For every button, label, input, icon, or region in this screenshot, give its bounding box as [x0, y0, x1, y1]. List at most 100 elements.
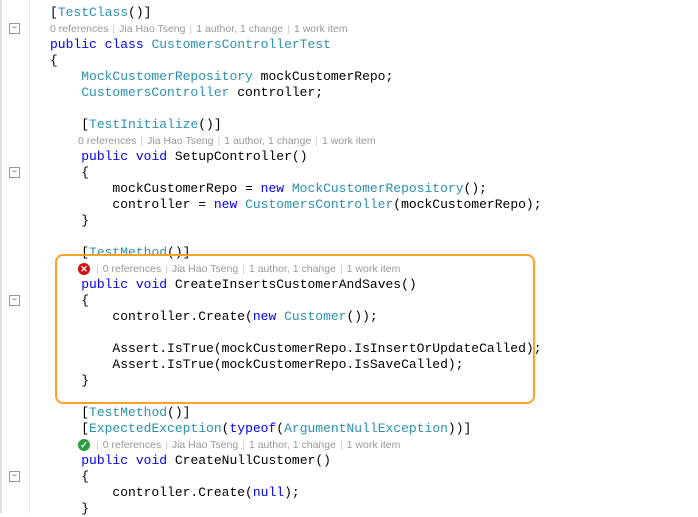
codelens-workitem[interactable]: 1 work item	[347, 261, 401, 277]
codelens-sep: |	[217, 133, 220, 149]
codelens-sep: |	[340, 437, 343, 453]
punct: ]	[144, 5, 152, 20]
punct: ()	[128, 5, 144, 20]
codelens-sep: |	[242, 261, 245, 277]
codelens-changes[interactable]: 1 author, 1 change	[249, 437, 336, 453]
codelens-sep: |	[96, 261, 99, 277]
codelens-sep: |	[315, 133, 318, 149]
attribute: ExpectedException	[89, 421, 222, 436]
codelens-sep: |	[340, 261, 343, 277]
class-name: CustomersControllerTest	[151, 37, 330, 52]
codelens-sep: |	[96, 437, 99, 453]
brace: {	[81, 469, 89, 484]
codelens-author[interactable]: Jia Hao Tseng	[172, 437, 238, 453]
method-name: CreateNullCustomer	[175, 453, 315, 468]
keyword: new	[261, 181, 284, 196]
code-area[interactable]: [TestClass()] 0 references| Jia Hao Tsen…	[30, 0, 698, 513]
keyword: void	[136, 149, 167, 164]
codelens[interactable]: ✓ | 0 references| Jia Hao Tseng| 1 autho…	[50, 437, 698, 453]
keyword: typeof	[229, 421, 276, 436]
codelens-changes[interactable]: 1 author, 1 change	[224, 133, 311, 149]
keyword: new	[253, 309, 276, 324]
method-name: CreateInsertsCustomerAndSaves	[175, 277, 401, 292]
codelens-sep: |	[165, 437, 168, 453]
codelens-refs[interactable]: 0 references	[103, 437, 161, 453]
keyword: public	[50, 37, 97, 52]
brace: {	[81, 165, 89, 180]
punct: (	[276, 421, 284, 436]
fold-button[interactable]: −	[9, 295, 20, 306]
codelens-author[interactable]: Jia Hao Tseng	[172, 261, 238, 277]
fold-button[interactable]: −	[9, 471, 20, 482]
stmt: mockCustomerRepo =	[112, 181, 260, 196]
attribute: TestClass	[58, 5, 128, 20]
codelens-sep: |	[287, 21, 290, 37]
codelens-author[interactable]: Jia Hao Tseng	[147, 133, 213, 149]
punct: [	[50, 5, 58, 20]
codelens-workitem[interactable]: 1 work item	[347, 437, 401, 453]
punct: ]	[183, 245, 191, 260]
attribute: TestInitialize	[89, 117, 198, 132]
punct: ()	[167, 405, 183, 420]
stmt: Assert.IsTrue(mockCustomerRepo.IsSaveCal…	[112, 357, 463, 372]
keyword: public	[81, 277, 128, 292]
test-fail-icon: ✕	[78, 263, 90, 275]
type: CustomersController	[81, 85, 229, 100]
punct: ()	[292, 149, 308, 164]
fold-button[interactable]: −	[9, 167, 20, 178]
punct: (mockCustomerRepo);	[393, 197, 541, 212]
keyword: class	[105, 37, 144, 52]
type: MockCustomerRepository	[81, 69, 253, 84]
punct: [	[81, 421, 89, 436]
punct: ()	[315, 453, 331, 468]
codelens-refs[interactable]: 0 references	[103, 261, 161, 277]
codelens-sep: |	[112, 21, 115, 37]
codelens-sep: |	[140, 133, 143, 149]
punct: [	[81, 405, 89, 420]
codelens-refs[interactable]: 0 references	[78, 133, 136, 149]
codelens-changes[interactable]: 1 author, 1 change	[196, 21, 283, 37]
type: ArgumentNullException	[284, 421, 448, 436]
stmt: Assert.IsTrue(mockCustomerRepo.IsInsertO…	[112, 341, 541, 356]
brace: }	[81, 373, 89, 388]
punct: ()	[401, 277, 417, 292]
fold-button[interactable]: −	[9, 23, 20, 34]
gutter: − − − −	[0, 0, 30, 513]
punct: );	[284, 485, 300, 500]
punct: ()	[167, 245, 183, 260]
punct: ());	[347, 309, 378, 324]
keyword: null	[253, 485, 284, 500]
punct: ]	[183, 405, 191, 420]
punct: [	[81, 117, 89, 132]
keyword: void	[136, 277, 167, 292]
codelens-workitem[interactable]: 1 work item	[294, 21, 348, 37]
codelens-changes[interactable]: 1 author, 1 change	[249, 261, 336, 277]
keyword: new	[214, 197, 237, 212]
codelens-sep: |	[165, 261, 168, 277]
keyword: void	[136, 453, 167, 468]
codelens-author[interactable]: Jia Hao Tseng	[119, 21, 185, 37]
codelens-sep: |	[189, 21, 192, 37]
codelens-sep: |	[242, 437, 245, 453]
punct: [	[81, 245, 89, 260]
codelens[interactable]: 0 references| Jia Hao Tseng| 1 author, 1…	[50, 21, 698, 37]
punct: ))]	[448, 421, 471, 436]
type: MockCustomerRepository	[292, 181, 464, 196]
attribute: TestMethod	[89, 245, 167, 260]
punct: ();	[464, 181, 487, 196]
brace: }	[81, 213, 89, 228]
brace: }	[81, 501, 89, 516]
punct: ]	[214, 117, 222, 132]
codelens-refs[interactable]: 0 references	[50, 21, 108, 37]
code-editor: − − − − [TestClass()] 0 references| Jia …	[0, 0, 698, 513]
codelens-workitem[interactable]: 1 work item	[322, 133, 376, 149]
keyword: public	[81, 453, 128, 468]
field-decl: mockCustomerRepo;	[253, 69, 393, 84]
stmt: controller =	[112, 197, 213, 212]
test-pass-icon: ✓	[78, 439, 90, 451]
codelens[interactable]: ✕ | 0 references| Jia Hao Tseng| 1 autho…	[50, 261, 698, 277]
brace: {	[81, 293, 89, 308]
punct: ()	[198, 117, 214, 132]
codelens[interactable]: 0 references| Jia Hao Tseng| 1 author, 1…	[50, 133, 698, 149]
stmt: controller.Create(	[112, 485, 252, 500]
